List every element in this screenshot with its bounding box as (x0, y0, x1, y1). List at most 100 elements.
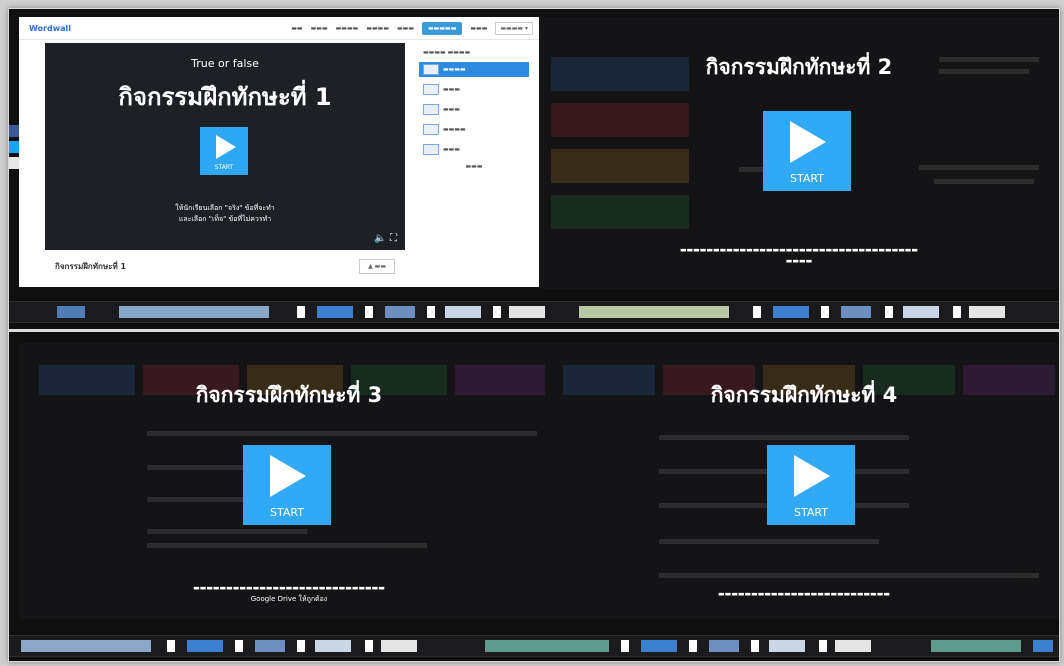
start-button[interactable]: START (767, 445, 855, 525)
thumbnail[interactable] (753, 306, 761, 318)
thumbnail[interactable] (365, 306, 373, 318)
thumbnail[interactable] (21, 640, 151, 652)
thumbnail[interactable] (57, 306, 85, 318)
nav-item[interactable]: ▬▬▬ (311, 25, 328, 32)
thumbnail[interactable] (841, 306, 871, 318)
activity-1-player[interactable]: True or false กิจกรรมฝึกทักษะที่ 1 START… (45, 43, 405, 250)
thumbnail-strip (9, 635, 1059, 657)
thumbnail[interactable] (819, 640, 827, 652)
thumbnail[interactable] (365, 640, 373, 652)
activity-title: กิจกรรมฝึกทักษะที่ 2 (705, 55, 893, 79)
thumbnail[interactable] (769, 640, 805, 652)
thumbnail[interactable] (1033, 640, 1053, 652)
screenshot-collage: Wordwall ▬▬ ▬▬▬ ▬▬▬▬ ▬▬▬▬ ▬▬▬ ▬▬▬▬▬ ▬▬▬ … (8, 8, 1060, 662)
thumbnail[interactable] (969, 306, 1005, 318)
thumbnail[interactable] (493, 306, 501, 318)
thumbnail[interactable] (485, 640, 609, 652)
thumbnail[interactable] (953, 306, 961, 318)
template-thumbnail-icon (423, 144, 439, 155)
more-share-icon[interactable] (9, 157, 19, 169)
activity-3-panel[interactable]: กิจกรรมฝึกทักษะที่ 3 START ▬▬▬▬▬▬▬▬▬▬▬▬▬… (19, 343, 549, 619)
start-label: START (214, 164, 234, 171)
share-button[interactable]: ▲ ▬▬ (359, 258, 395, 274)
thumbnail[interactable] (445, 306, 481, 318)
twitter-icon[interactable] (9, 141, 19, 153)
thumbnail[interactable] (773, 306, 809, 318)
activity-title: กิจกรรมฝึกทักษะที่ 3 (195, 383, 383, 407)
start-label: START (790, 172, 824, 185)
start-button[interactable]: START (243, 445, 331, 525)
thumbnail[interactable] (509, 306, 545, 318)
instruction-line: และเลือก "เท็จ" ข้อที่ไม่ควรทำ (178, 215, 272, 223)
thumbnail[interactable] (885, 306, 893, 318)
thumbnail[interactable] (187, 640, 223, 652)
text-line (934, 179, 1034, 184)
show-more-link[interactable]: ▬▬▬ (419, 163, 529, 170)
thumbnail[interactable] (751, 640, 759, 652)
language-select[interactable]: ▬▬▬▬ ▾ (495, 21, 533, 35)
template-option[interactable]: ▬▬▬ (419, 82, 529, 97)
card (551, 149, 689, 183)
facebook-icon[interactable] (9, 125, 19, 137)
template-switcher-heading: ▬▬▬▬ ▬▬▬▬ (423, 49, 471, 56)
top-navigation-bar: Wordwall ▬▬ ▬▬▬ ▬▬▬▬ ▬▬▬▬ ▬▬▬ ▬▬▬▬▬ ▬▬▬ … (19, 17, 541, 40)
thumbnail[interactable] (689, 640, 697, 652)
template-option[interactable]: ▬▬▬▬ (419, 122, 529, 137)
template-option[interactable]: ▬▬▬ (419, 102, 529, 117)
thumbnail[interactable] (119, 306, 269, 318)
thumbnail[interactable] (821, 306, 829, 318)
start-button[interactable]: START (200, 127, 248, 175)
thumbnail-strip (9, 301, 1059, 323)
activity-footer: กิจกรรมฝึกทักษะที่ 1 ▲ ▬▬ (45, 253, 405, 279)
thumbnail[interactable] (385, 306, 415, 318)
thumbnail[interactable] (255, 640, 285, 652)
template-thumbnail-icon (423, 104, 439, 115)
start-label: START (794, 506, 828, 519)
volume-icon[interactable]: 🔈 (374, 233, 386, 244)
instruction-line: ให้นักเรียนเลือก "จริง" ข้อที่จะทำ (175, 204, 275, 212)
activity-2-panel[interactable]: กิจกรรมฝึกทักษะที่ 2 START ▬▬▬▬▬▬▬▬▬▬▬▬▬… (539, 17, 1059, 289)
nav-item[interactable]: ▬▬▬▬ (336, 25, 359, 32)
activity-instructions: ▬▬▬▬▬▬▬▬▬▬▬▬▬▬▬▬▬▬▬▬▬▬▬▬▬▬▬▬▬▬▬▬▬▬▬▬ ▬▬▬▬ (679, 246, 919, 265)
card (551, 195, 689, 229)
thumbnail[interactable] (931, 640, 1021, 652)
thumbnail[interactable] (641, 640, 677, 652)
text-line (147, 497, 247, 502)
thumbnail[interactable] (835, 640, 871, 652)
create-activity-button[interactable]: ▬▬▬▬▬ (422, 21, 463, 35)
share-sidebar (9, 125, 21, 173)
instruction-line: Google Drive ให้ถูกต้อง (250, 595, 328, 603)
thumbnail[interactable] (427, 306, 435, 318)
thumbnail[interactable] (709, 640, 739, 652)
start-button[interactable]: START (763, 111, 851, 191)
thumbnail[interactable] (903, 306, 939, 318)
template-option[interactable]: ▬▬▬ (419, 142, 529, 157)
text-line (147, 465, 247, 470)
thumbnail[interactable] (621, 640, 629, 652)
play-icon (794, 455, 830, 497)
upgrade-link[interactable]: ▬▬▬ (470, 25, 487, 32)
thumbnail[interactable] (235, 640, 243, 652)
nav-item[interactable]: ▬▬▬ (397, 25, 414, 32)
template-option-selected[interactable]: ▬▬▬▬ (419, 62, 529, 77)
nav-item[interactable]: ▬▬ (291, 25, 302, 32)
nav-item[interactable]: ▬▬▬▬ (366, 25, 389, 32)
thumbnail[interactable] (317, 306, 353, 318)
app-logo[interactable]: Wordwall (29, 24, 71, 33)
player-controls: 🔈 ⛶ (374, 233, 397, 244)
activity-1-panel: Wordwall ▬▬ ▬▬▬ ▬▬▬▬ ▬▬▬▬ ▬▬▬ ▬▬▬▬▬ ▬▬▬ … (9, 17, 541, 287)
thumbnail[interactable] (315, 640, 351, 652)
thumbnail[interactable] (167, 640, 175, 652)
activity-instructions: ▬▬▬▬▬▬▬▬▬▬▬▬▬▬▬▬▬▬▬▬▬▬▬▬▬▬▬▬▬ Google Dri… (89, 583, 489, 605)
thumbnail[interactable] (297, 640, 305, 652)
thumbnail[interactable] (381, 640, 417, 652)
thumbnail[interactable] (579, 306, 729, 318)
activity-4-panel[interactable]: กิจกรรมฝึกทักษะที่ 4 START ▬▬▬▬▬▬▬▬▬▬▬▬▬… (549, 343, 1059, 619)
activity-instructions: ให้นักเรียนเลือก "จริง" ข้อที่จะทำ และเล… (45, 203, 405, 225)
play-icon (216, 135, 236, 159)
fullscreen-icon[interactable]: ⛶ (390, 233, 397, 244)
text-line (147, 543, 427, 548)
text-line (659, 573, 1039, 578)
text-line (659, 539, 879, 544)
thumbnail[interactable] (297, 306, 305, 318)
